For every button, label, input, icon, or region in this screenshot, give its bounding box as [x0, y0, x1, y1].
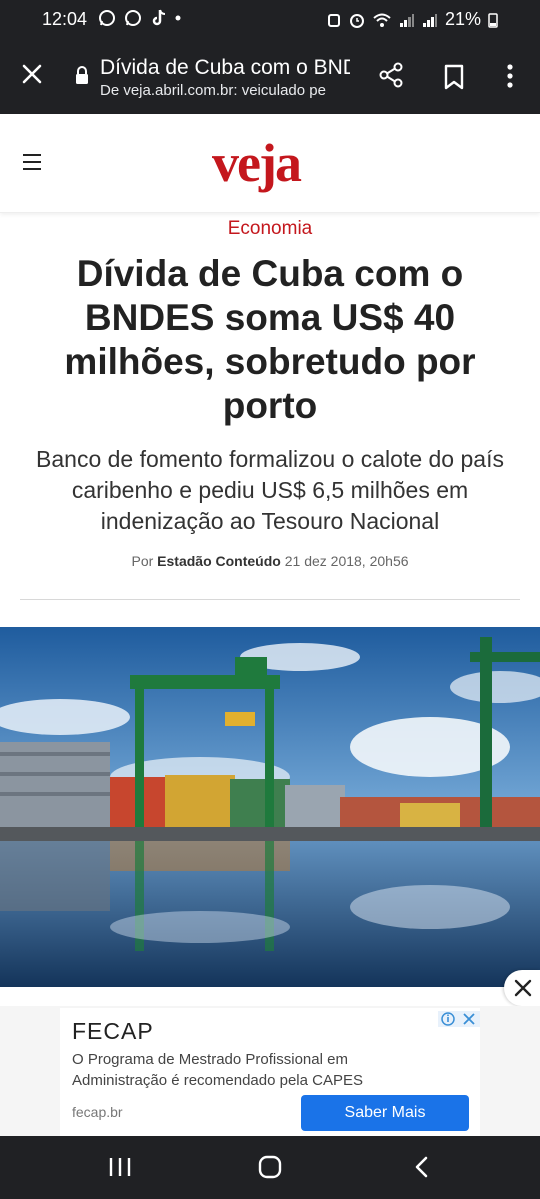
- clock-icon: [349, 13, 364, 28]
- page-url: De veja.abril.com.br: veiculado pe: [100, 82, 326, 99]
- status-time: 12:04: [42, 9, 88, 29]
- recent-apps-icon[interactable]: [108, 1156, 132, 1178]
- byline: Por Estadão Conteúdo 21 dez 2018, 20h56: [0, 553, 540, 569]
- browser-toolbar: Dívida de Cuba com o BNDES soma US$ 40 m…: [0, 38, 540, 114]
- site-header: veja: [0, 114, 540, 213]
- ad-brand[interactable]: FECAP: [72, 1018, 154, 1045]
- veja-logo[interactable]: veja: [212, 132, 302, 194]
- port-image: [0, 627, 540, 987]
- saber-mais-button[interactable]: Saber Mais: [301, 1095, 469, 1131]
- notification-icons: [98, 9, 181, 29]
- divider: [20, 599, 520, 600]
- page-title: Dívida de Cuba com o BNDES soma US$ 40 m…: [100, 56, 350, 79]
- ad-text[interactable]: O Programa de Mestrado Profissional em A…: [72, 1049, 402, 1091]
- article-photo: [0, 627, 540, 987]
- back-icon[interactable]: [412, 1156, 432, 1178]
- status-bar: 12:04 21%: [0, 0, 540, 38]
- whatsapp-icon: [99, 10, 115, 26]
- battery-percent: 21%: [444, 9, 481, 29]
- article-headline: Dívida de Cuba com o BNDES soma US$ 40 m…: [64, 253, 476, 426]
- alarm-icon: [327, 13, 340, 27]
- close-icon[interactable]: [20, 62, 44, 86]
- lock-icon: [76, 66, 88, 84]
- dot-icon: [175, 15, 181, 21]
- signal-icon: [399, 13, 414, 27]
- article-subheadline: Banco de fomento formalizou o calote do …: [36, 446, 504, 534]
- author-name[interactable]: Estadão Conteúdo: [157, 553, 281, 569]
- byline-prefix: Por: [131, 553, 154, 569]
- publish-date: 21 dez 2018, 20h56: [284, 553, 409, 569]
- share-icon[interactable]: [378, 62, 404, 88]
- adchoices-icon[interactable]: [438, 1011, 480, 1027]
- signal-icon: [422, 13, 437, 27]
- menu-icon[interactable]: [22, 152, 42, 172]
- battery-icon: [488, 12, 498, 28]
- wifi-icon: [373, 13, 391, 27]
- section-label[interactable]: Economia: [0, 218, 540, 240]
- bookmark-icon[interactable]: [442, 64, 466, 90]
- tiktok-icon: [152, 9, 165, 26]
- whatsapp-icon: [125, 10, 142, 26]
- ad-url[interactable]: fecap.br: [72, 1104, 123, 1120]
- close-icon: [514, 979, 532, 997]
- more-options-icon[interactable]: [500, 62, 520, 90]
- status-right: 21%: [326, 9, 498, 30]
- ad-close-button[interactable]: [504, 970, 540, 1006]
- home-icon[interactable]: [258, 1155, 282, 1179]
- system-nav-bar: [0, 1136, 540, 1199]
